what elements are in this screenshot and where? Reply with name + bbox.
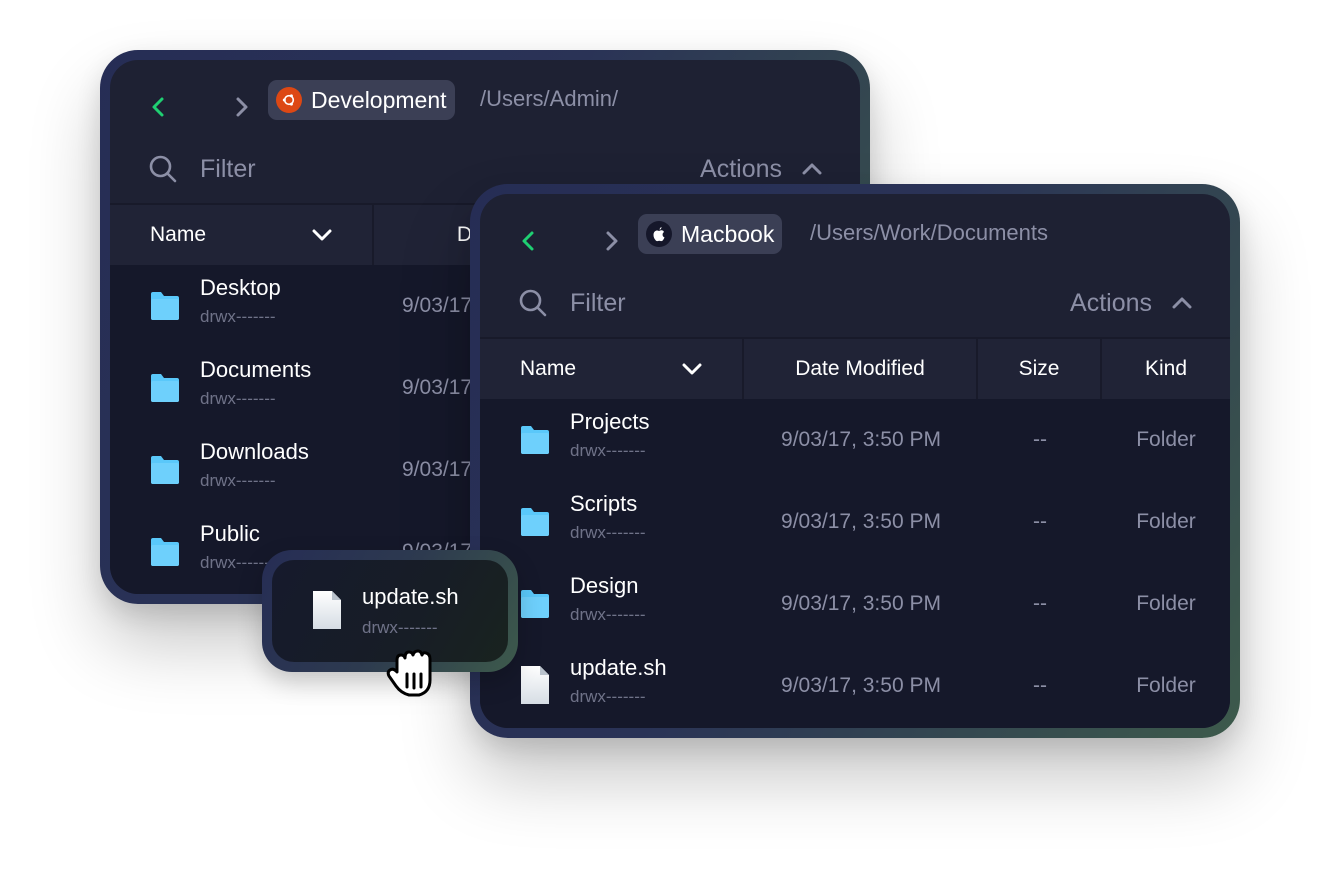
size-cell: -- [1033, 674, 1047, 697]
column-label: Name [150, 223, 207, 246]
actions-label: Actions [700, 154, 782, 183]
current-path: /Users/Admin/ [480, 86, 619, 111]
chevron-left-icon [522, 231, 534, 251]
name-cell: Scripts drwx------- [480, 481, 744, 563]
file-permissions: drwx------- [570, 523, 646, 542]
back-button[interactable] [518, 228, 538, 254]
file-browser-window-macbook: Macbook /Users/Work/Documents Actions Na… [470, 184, 1240, 738]
name-cell: Documents drwx------- [110, 347, 374, 429]
host-label: Development [311, 86, 447, 113]
table-header: Name Date Modified Size Kind [480, 337, 1230, 399]
chevron-left-icon [152, 97, 164, 117]
file-name: Scripts [570, 491, 638, 516]
forward-button[interactable] [602, 228, 622, 254]
folder-icon [521, 590, 549, 618]
column-header-size[interactable]: Size [978, 339, 1102, 399]
table-row[interactable]: Design drwx------- 9/03/17, 3:50 PM -- F… [480, 563, 1230, 645]
date-cell: 9/03/17, 3:50 PM [781, 592, 941, 615]
filter-input[interactable] [200, 150, 500, 188]
file-name: Downloads [200, 439, 309, 464]
actions-button[interactable]: Actions [700, 150, 822, 188]
name-cell: Design drwx------- [480, 563, 744, 645]
file-permissions: drwx------- [362, 618, 438, 637]
file-permissions: drwx------- [200, 389, 276, 408]
file-permissions: drwx------- [570, 687, 646, 706]
size-cell: -- [1033, 428, 1047, 451]
host-label: Macbook [681, 220, 775, 247]
name-cell: Projects drwx------- [480, 399, 744, 481]
column-label: Kind [1144, 357, 1188, 380]
column-header-date-modified[interactable]: Date Modified [744, 339, 978, 399]
chevron-up-icon [1172, 297, 1192, 309]
column-label: Size [1018, 357, 1060, 380]
size-cell: -- [1033, 592, 1047, 615]
folder-icon [151, 456, 179, 484]
name-cell: Desktop drwx------- [110, 265, 374, 347]
file-permissions: drwx------- [200, 471, 276, 490]
date-cell: 9/03/17, 3:50 PM [781, 428, 941, 451]
column-header-kind[interactable]: Kind [1102, 339, 1230, 399]
folder-icon [521, 426, 549, 454]
actions-button[interactable]: Actions [1070, 284, 1192, 322]
chevron-right-icon [236, 97, 248, 117]
file-permissions: drwx------- [570, 605, 646, 624]
chevron-up-icon [802, 163, 822, 175]
document-icon [521, 666, 549, 704]
folder-icon [151, 292, 179, 320]
name-cell: update.sh drwx------- [480, 645, 744, 727]
back-button[interactable] [148, 94, 168, 120]
grab-hand-icon [386, 649, 432, 697]
file-name: Public [200, 521, 260, 546]
file-name: Desktop [200, 275, 281, 300]
file-name: Documents [200, 357, 312, 382]
chevron-down-icon [312, 229, 332, 241]
file-permissions: drwx------- [200, 307, 276, 326]
actions-label: Actions [1070, 288, 1152, 317]
filter-bar: Actions [480, 274, 1230, 336]
chevron-down-icon [682, 363, 702, 375]
document-icon [313, 591, 341, 629]
window-content: Macbook /Users/Work/Documents Actions Na… [480, 194, 1230, 728]
folder-icon [521, 508, 549, 536]
file-name: update.sh [362, 584, 459, 609]
date-cell: 9/03/17, 3:50 PM [781, 510, 941, 533]
apple-icon [646, 221, 672, 247]
search-icon [149, 155, 177, 183]
column-header-name[interactable]: Name [480, 339, 744, 399]
table-row[interactable]: Projects drwx------- 9/03/17, 3:50 PM --… [480, 399, 1230, 481]
name-cell: Downloads drwx------- [110, 429, 374, 511]
file-name: Projects [570, 409, 650, 434]
chevron-right-icon [606, 231, 618, 251]
column-header-name[interactable]: Name [110, 205, 374, 265]
date-cell: 9/03/17, 3:50 PM [781, 674, 941, 697]
host-selector[interactable]: Macbook [638, 214, 783, 254]
current-path: /Users/Work/Documents [810, 220, 1048, 245]
file-permissions: drwx------- [570, 441, 646, 460]
host-selector[interactable]: Development [268, 80, 455, 120]
ubuntu-icon [276, 87, 302, 113]
column-label: Date Modified [795, 357, 925, 380]
forward-button[interactable] [232, 94, 252, 120]
table-row[interactable]: update.sh drwx------- 9/03/17, 3:50 PM -… [480, 645, 1230, 727]
kind-cell: Folder [1136, 592, 1196, 615]
folder-icon [151, 374, 179, 402]
filter-input[interactable] [570, 284, 870, 322]
stage: Development /Users/Admin/ Actions Name [0, 0, 1340, 888]
kind-cell: Folder [1136, 428, 1196, 451]
kind-cell: Folder [1136, 510, 1196, 533]
folder-icon [151, 538, 179, 566]
kind-cell: Folder [1136, 674, 1196, 697]
file-name: update.sh [570, 655, 667, 680]
table-row[interactable]: Scripts drwx------- 9/03/17, 3:50 PM -- … [480, 481, 1230, 563]
search-icon [519, 289, 547, 317]
file-list: Projects drwx------- 9/03/17, 3:50 PM --… [480, 399, 1230, 728]
column-label: Name [520, 357, 577, 380]
size-cell: -- [1033, 510, 1047, 533]
file-name: Design [570, 573, 639, 598]
